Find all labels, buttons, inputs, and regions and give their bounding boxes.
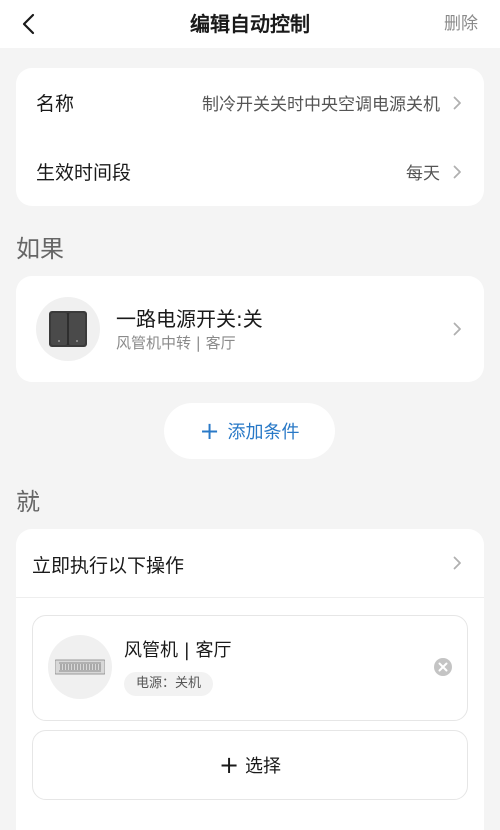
action-state-tag: 电源：关机 <box>124 672 214 696</box>
duct-unit-icon <box>48 635 112 699</box>
settings-card: 名称 制冷开关关时中央空调电源关机 生效时间段 每天 <box>16 68 484 206</box>
chevron-right-icon <box>450 556 464 570</box>
condition-title: 一路电源开关:关 <box>116 307 263 331</box>
switch-device-icon <box>36 297 100 361</box>
then-section-title: 就 <box>16 488 40 516</box>
name-value: 制冷开关关时中央空调电源关机 <box>202 95 440 115</box>
select-label: 选择 <box>245 756 282 777</box>
execute-row[interactable]: 立即执行以下操作 <box>16 529 484 597</box>
period-label: 生效时间段 <box>36 162 132 184</box>
select-action-button[interactable]: + 选择 <box>32 730 468 800</box>
period-value: 每天 <box>406 164 440 184</box>
add-condition-label: 添加条件 <box>227 422 300 443</box>
name-label: 名称 <box>36 93 75 115</box>
action-section-card: 立即执行以下操作 风管机 | 客厅 电源：关机 + 选择 <box>16 529 484 830</box>
plus-icon: + <box>199 417 220 445</box>
chevron-right-icon <box>450 322 464 336</box>
divider <box>16 597 484 598</box>
plus-icon: + <box>218 751 240 779</box>
remove-icon[interactable] <box>433 657 453 677</box>
chevron-right-icon <box>450 165 464 179</box>
top-bar: 编辑自动控制 删除 <box>0 0 500 48</box>
condition-subtitle: 风管机中转 | 客厅 <box>116 334 236 352</box>
delete-button[interactable]: 删除 <box>444 0 478 48</box>
execute-label: 立即执行以下操作 <box>32 555 185 577</box>
condition-card[interactable]: 一路电源开关:关 风管机中转 | 客厅 <box>16 276 484 382</box>
action-title: 风管机 | 客厅 <box>124 640 232 661</box>
period-row[interactable]: 生效时间段 每天 <box>16 137 484 206</box>
chevron-right-icon <box>450 96 464 110</box>
action-item[interactable]: 风管机 | 客厅 电源：关机 <box>32 615 468 721</box>
page-title: 编辑自动控制 <box>190 12 310 36</box>
add-condition-button[interactable]: + 添加条件 <box>164 403 335 459</box>
if-section-title: 如果 <box>16 235 64 263</box>
name-row[interactable]: 名称 制冷开关关时中央空调电源关机 <box>16 68 484 137</box>
